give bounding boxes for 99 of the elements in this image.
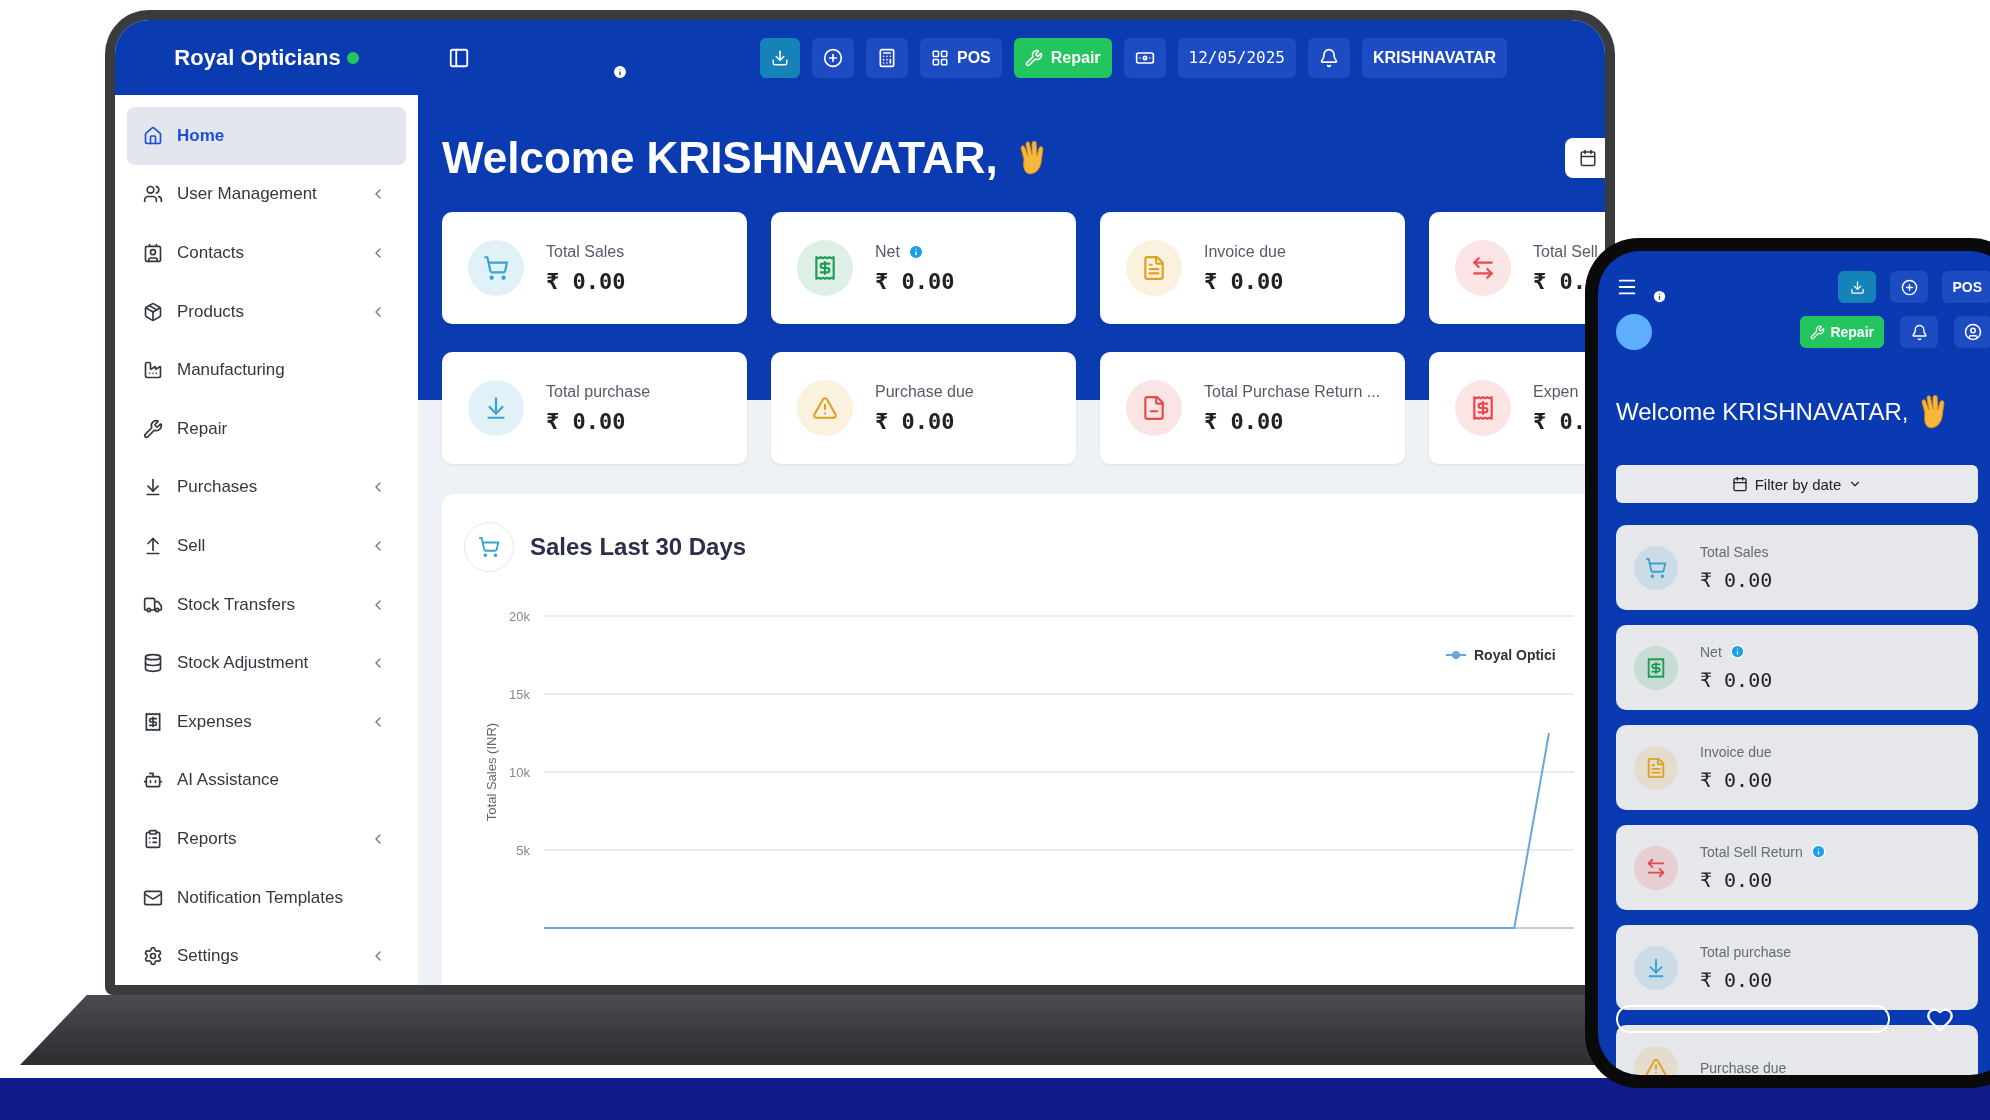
sidebar-item[interactable]: Reports bbox=[127, 810, 406, 868]
sidebar-item[interactable]: Purchases bbox=[127, 458, 406, 517]
stat-label: Purchase due bbox=[1700, 1059, 1787, 1075]
notifications-button[interactable] bbox=[1900, 316, 1938, 348]
sidebar-item[interactable]: Stock Transfers bbox=[127, 575, 406, 634]
wrench-icon bbox=[1024, 48, 1043, 67]
stat-value: ₹ 0.00 bbox=[1204, 408, 1285, 434]
database-icon bbox=[143, 653, 163, 674]
download-icon bbox=[1849, 279, 1865, 295]
upload-icon bbox=[143, 535, 163, 556]
stat-value: ₹ 0. bbox=[1533, 268, 1587, 294]
wrench-icon bbox=[1810, 324, 1826, 340]
stat-label: Invoice due bbox=[1700, 743, 1772, 760]
download-button[interactable] bbox=[1838, 271, 1877, 303]
sidebar-item[interactable]: AI Assistance bbox=[127, 751, 406, 810]
calendar-icon bbox=[1731, 476, 1748, 492]
axis-title: Total Sales (INR) bbox=[484, 722, 499, 822]
home-icon bbox=[143, 125, 163, 146]
stat-value: ₹ 0.00 bbox=[875, 408, 956, 434]
sidebar-item[interactable]: Contacts bbox=[127, 224, 406, 282]
sidebar-item[interactable]: Manufacturing bbox=[127, 341, 406, 399]
notifications-button[interactable] bbox=[1307, 37, 1350, 78]
stat-label: Total Sales bbox=[546, 242, 625, 261]
welcome-heading: Welcome KRISHNAVATAR, bbox=[1616, 398, 1909, 426]
stat-label: Purchase due bbox=[875, 382, 974, 401]
sidebar-item[interactable]: Settings bbox=[127, 927, 406, 985]
tick-label: 10k bbox=[509, 765, 530, 780]
tick-label: 15k bbox=[509, 687, 530, 702]
stat-value: ₹ 0.00 bbox=[1700, 567, 1773, 592]
sidebar-item[interactable]: Repair bbox=[127, 399, 406, 458]
sidebar-item[interactable]: User Management bbox=[127, 165, 406, 224]
calculator-button[interactable] bbox=[866, 37, 908, 78]
download-icon bbox=[771, 48, 789, 67]
receipt-icon bbox=[143, 711, 163, 732]
user-menu-button[interactable]: KRISHNAVATAR bbox=[1361, 37, 1508, 78]
stat-label: Total Sell Return bbox=[1700, 843, 1803, 860]
legend-label: Royal Optici bbox=[1474, 647, 1556, 663]
factory-icon bbox=[143, 360, 163, 381]
stat-label: Total Purchase Return ... bbox=[1204, 382, 1381, 401]
stat-label: Net bbox=[1700, 643, 1722, 660]
stat-value: ₹ 0.00 bbox=[875, 268, 955, 294]
stat-label: Expen bbox=[1533, 382, 1579, 401]
sidebar-toggle-icon[interactable] bbox=[448, 46, 470, 69]
sidebar-item[interactable]: Products bbox=[127, 282, 406, 341]
stat-value: ₹ 0.00 bbox=[546, 408, 627, 434]
stat-value: ₹ 0. bbox=[1533, 408, 1586, 434]
stat-value: ₹ 0.00 bbox=[1204, 268, 1285, 294]
stat-value: ₹ 0.00 bbox=[1700, 767, 1773, 792]
profile-button[interactable] bbox=[1954, 316, 1990, 348]
stat-label: Total purchase bbox=[1700, 943, 1792, 960]
calendar-icon bbox=[1579, 148, 1597, 167]
brand-name: Royal Opticians bbox=[174, 44, 341, 71]
plus-circle-icon bbox=[1900, 278, 1918, 296]
contact-card-icon bbox=[143, 243, 163, 263]
sidebar-item[interactable]: Expenses bbox=[127, 692, 406, 751]
info-icon bbox=[612, 63, 628, 80]
add-button[interactable] bbox=[812, 37, 854, 78]
plus-circle-icon bbox=[823, 47, 843, 68]
robot-icon bbox=[143, 770, 163, 791]
grid-icon bbox=[931, 48, 949, 67]
stat-value: ₹ 0.00 bbox=[1700, 967, 1774, 992]
settings-icon bbox=[143, 946, 163, 967]
sidebar-item[interactable]: Sell bbox=[127, 517, 406, 575]
sidebar-item[interactable]: Notification Templates bbox=[127, 868, 406, 927]
stat-label: Invoice due bbox=[1204, 242, 1286, 261]
chart-title: Sales Last 30 Days bbox=[530, 533, 747, 561]
download-icon bbox=[143, 477, 163, 498]
user-circle-icon bbox=[1964, 323, 1982, 341]
wrench-icon bbox=[143, 418, 163, 439]
stat-value: ₹ 0.00 bbox=[1700, 667, 1773, 692]
cash-button[interactable] bbox=[1123, 37, 1166, 78]
stat-label: Total Sales bbox=[1700, 543, 1769, 560]
bell-icon bbox=[1318, 47, 1339, 68]
users-icon bbox=[143, 184, 163, 205]
info-icon bbox=[1652, 288, 1667, 304]
tick-label: 20k bbox=[509, 609, 530, 624]
date-button[interactable]: 12/05/2025 bbox=[1177, 37, 1296, 78]
heart-icon[interactable] bbox=[1926, 1005, 1954, 1033]
add-button[interactable] bbox=[1890, 271, 1929, 303]
download-button[interactable] bbox=[760, 37, 800, 78]
stat-value: ₹ 0.00 bbox=[1700, 867, 1774, 892]
cart-icon bbox=[478, 536, 500, 558]
pos-button[interactable]: POS bbox=[1942, 271, 1990, 303]
stat-label: Total purchase bbox=[546, 382, 651, 401]
box-icon bbox=[143, 301, 163, 322]
calculator-icon bbox=[877, 47, 897, 68]
clipboard-icon bbox=[143, 828, 163, 849]
bell-icon bbox=[1910, 323, 1928, 341]
legend-marker bbox=[1445, 651, 1467, 659]
stat-label: Net bbox=[875, 242, 900, 261]
sidebar-item[interactable]: Stock Adjustment bbox=[127, 634, 406, 692]
tick-label: 5k bbox=[516, 843, 530, 858]
sidebar-item[interactable]: Home bbox=[127, 107, 406, 165]
filter-button[interactable]: Filter by date bbox=[1616, 465, 1978, 503]
avatar[interactable] bbox=[1616, 314, 1652, 350]
welcome-heading: Welcome KRISHNAVATAR, bbox=[442, 132, 998, 183]
stat-value: ₹ 0.00 bbox=[546, 268, 626, 294]
pos-button[interactable]: POS bbox=[920, 37, 1002, 78]
stat-label: Total Sell bbox=[1533, 242, 1598, 261]
